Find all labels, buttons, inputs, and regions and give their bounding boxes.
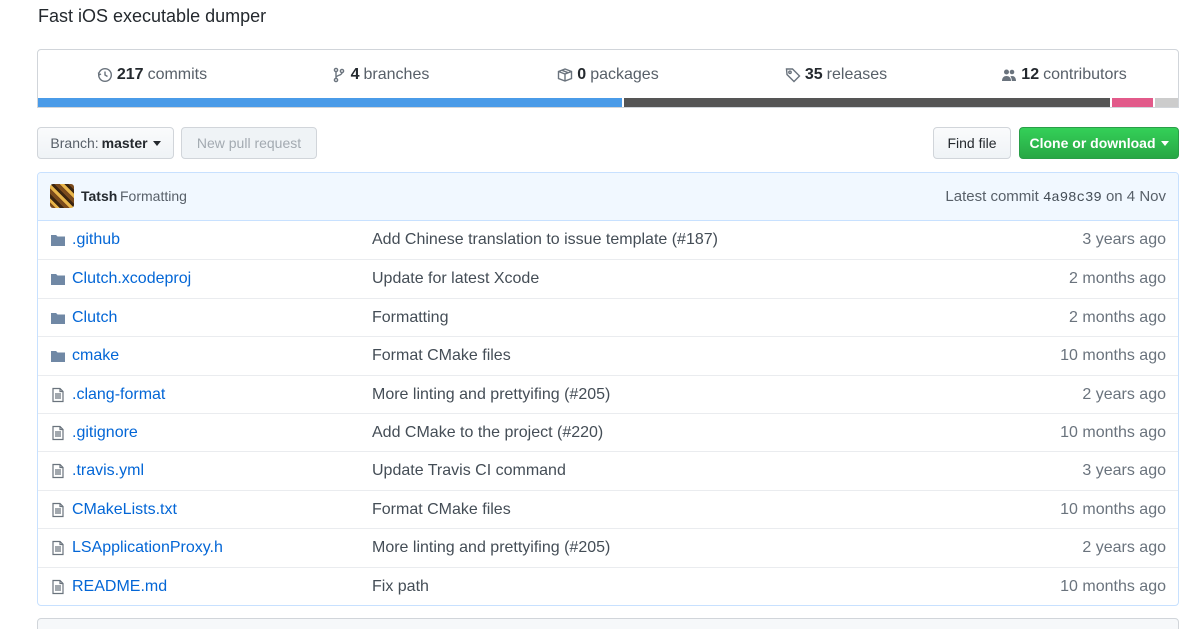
file-row: Clutch Formatting 2 months ago [38,297,1178,336]
branch-select-button[interactable]: Branch: master [37,127,174,159]
file-name-link[interactable]: LSApplicationProxy.h [72,539,223,557]
file-name-link[interactable]: README.md [72,578,167,596]
packages-count: 0 [577,65,587,83]
file-name-link[interactable]: .gitignore [72,424,138,442]
file-list: Tatsh Formatting Latest commit 4a98c39 o… [37,172,1179,606]
file-commit-message[interactable]: Update for latest Xcode [372,270,539,288]
file-name-link[interactable]: Clutch.xcodeproj [72,270,191,288]
file-icon [50,463,66,479]
commits-label: commits [147,65,208,83]
branch-value: master [101,135,148,151]
language-segment[interactable] [621,98,1110,107]
language-segment[interactable] [1152,98,1178,107]
branches-count: 4 [350,65,360,83]
file-name-link[interactable]: .clang-format [72,386,165,404]
commit-message[interactable]: Formatting [120,188,187,204]
clone-download-button[interactable]: Clone or download [1019,127,1179,159]
repo-summary: 217 commits 4 branches 0 packages 35 rel… [37,49,1179,108]
file-commit-message[interactable]: More linting and prettyifing (#205) [372,539,610,557]
file-name-link[interactable]: CMakeLists.txt [72,501,177,519]
chevron-down-icon [152,140,161,146]
language-segment[interactable] [1109,98,1153,107]
file-row: README.md Fix path 10 months ago [38,566,1178,605]
file-name-link[interactable]: .travis.yml [72,462,144,480]
file-row: .github Add Chinese translation to issue … [38,221,1178,259]
commits-link[interactable]: 217 commits [38,66,266,84]
file-commit-message[interactable]: Add CMake to the project (#220) [372,424,603,442]
file-commit-message[interactable]: Add Chinese translation to issue templat… [372,231,718,249]
clone-download-label: Clone or download [1029,135,1156,151]
file-commit-message[interactable]: Update Travis CI command [372,462,566,480]
avatar[interactable] [50,184,74,208]
folder-icon [50,348,66,364]
packages-link[interactable]: 0 packages [494,66,722,84]
file-row: .gitignore Add CMake to the project (#220… [38,412,1178,451]
file-icon [50,502,66,518]
commit-date: on 4 Nov [1105,188,1166,205]
folder-icon [50,310,66,326]
latest-commit-info: Latest commit 4a98c39 on 4 Nov [945,188,1166,206]
releases-link[interactable]: 35 releases [722,66,950,84]
releases-label: releases [826,65,888,83]
file-age: 3 years ago [1082,231,1166,248]
folder-icon [50,232,66,248]
file-age: 10 months ago [1060,577,1166,595]
packages-label: packages [590,65,659,83]
file-icon [50,387,66,403]
history-icon [97,67,112,82]
file-icon [50,579,66,595]
commit-sha[interactable]: 4a98c39 [1043,190,1102,206]
file-age: 10 months ago [1060,347,1166,365]
readme-box [37,618,1179,629]
file-toolbar: Branch: master New pull request Find fil… [37,127,1179,159]
new-pull-request-button[interactable]: New pull request [181,127,317,159]
file-row: CMakeLists.txt Format CMake files 10 month… [38,489,1178,528]
file-age: 2 years ago [1082,385,1166,403]
commits-count: 217 [116,65,144,83]
branch-icon [333,67,344,82]
file-age: 2 months ago [1069,308,1166,326]
releases-count: 35 [804,65,823,83]
branches-label: branches [363,65,430,83]
file-commit-message[interactable]: Fix path [372,578,429,596]
file-age: 10 months ago [1060,423,1166,441]
file-name-link[interactable]: Clutch [72,309,117,327]
file-commit-message[interactable]: Format CMake files [372,347,511,365]
file-row: cmake Format CMake files 10 months ago [38,336,1178,374]
repo-description: Fast iOS executable dumper [38,6,267,26]
folder-icon [50,271,66,287]
branch-label: Branch: [50,135,99,151]
commit-author[interactable]: Tatsh [81,188,117,204]
file-row: .travis.yml Update Travis CI command 3 yea… [38,451,1178,489]
file-icon [50,540,66,556]
file-commit-message[interactable]: Format CMake files [372,501,511,519]
file-row: Clutch.xcodeproj Update for latest Xcode 2… [38,259,1178,297]
find-file-button[interactable]: Find file [933,127,1011,159]
people-icon [1002,69,1017,81]
file-commit-message[interactable]: More linting and prettyifing (#205) [372,386,610,404]
file-name-link[interactable]: cmake [72,347,119,365]
file-age: 3 years ago [1082,462,1166,480]
package-icon [558,67,573,82]
contributors-label: contributors [1043,65,1127,83]
file-row: LSApplicationProxy.h More linting and pre… [38,528,1178,566]
file-age: 2 months ago [1069,270,1166,288]
language-segment[interactable] [38,98,622,107]
language-bar[interactable] [38,98,1178,107]
tag-icon [785,67,801,82]
file-icon [50,425,66,441]
file-age: 2 years ago [1082,539,1166,557]
contributors-link[interactable]: 12 contributors [950,66,1178,84]
latest-commit-prefix: Latest commit [945,188,1039,205]
file-age: 10 months ago [1060,500,1166,518]
file-commit-message[interactable]: Formatting [372,309,448,327]
branches-link[interactable]: 4 branches [266,66,494,84]
chevron-down-icon [1160,140,1169,146]
contributors-count: 12 [1021,65,1040,83]
latest-commit-bar: Tatsh Formatting Latest commit 4a98c39 o… [38,173,1178,221]
file-name-link[interactable]: .github [72,231,120,249]
file-row: .clang-format More linting and prettyifin… [38,374,1178,413]
